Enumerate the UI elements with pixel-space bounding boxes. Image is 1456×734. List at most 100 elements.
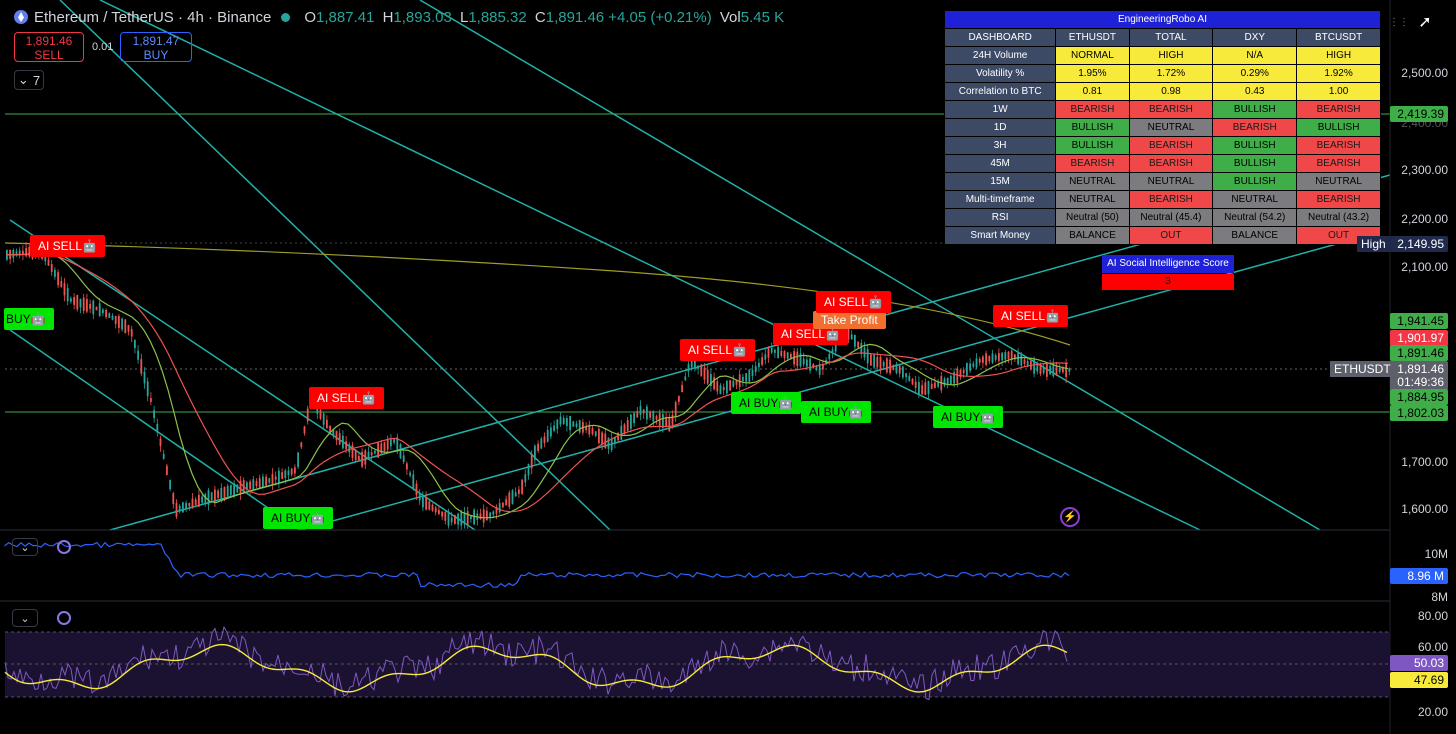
price-axis-label: 2,300.00 xyxy=(1401,163,1448,177)
candle-body xyxy=(66,288,69,302)
candle-body xyxy=(511,490,514,504)
candle-body xyxy=(998,353,1000,361)
candle-body xyxy=(249,481,251,489)
ai-sell-signal[interactable]: AI SELL🤖 xyxy=(816,291,891,313)
candle-body xyxy=(633,412,635,424)
candle-body xyxy=(770,347,773,353)
candle-body xyxy=(655,416,658,420)
candle-body xyxy=(159,438,162,446)
candle-body xyxy=(873,354,875,368)
candle-body xyxy=(306,408,309,422)
ai-sell-signal[interactable]: AI SELL🤖 xyxy=(30,235,105,257)
candle-body xyxy=(694,359,696,369)
candle-body xyxy=(441,511,443,517)
volume-pane-collapse[interactable]: ⌄ xyxy=(12,538,38,556)
candle-body xyxy=(559,416,562,425)
ai-buy-signal[interactable]: AI BUY🤖 xyxy=(731,392,802,414)
candle-body xyxy=(268,478,271,483)
dashboard-cell: OUT xyxy=(1128,226,1214,245)
sell-button[interactable]: 1,891.46 SELL xyxy=(14,32,84,62)
candle-body xyxy=(620,425,623,440)
take-profit-label[interactable]: Take Profit xyxy=(813,311,886,329)
ai-buy-signal[interactable]: AI BUY🤖 xyxy=(933,406,1004,428)
candle-body xyxy=(498,503,501,513)
candle-body xyxy=(54,269,56,277)
candle-body xyxy=(102,309,104,314)
price-axis-label: 2,200.00 xyxy=(1401,212,1448,226)
cursor-icon[interactable]: ➚ xyxy=(1414,12,1436,34)
dashboard-cell: BEARISH xyxy=(1128,154,1214,173)
candle-body xyxy=(946,377,949,385)
symbol-title[interactable]: Ethereum / TetherUS · 4h · Binance xyxy=(34,9,271,26)
candle-body xyxy=(252,479,255,490)
candle-body xyxy=(210,492,213,501)
candle-body xyxy=(924,382,927,395)
candle-body xyxy=(898,365,901,374)
ai-sell-signal[interactable]: AI SELL🤖 xyxy=(309,387,384,409)
candle-body xyxy=(777,346,779,359)
dashboard-cell: HIGH xyxy=(1296,46,1381,65)
candle-body xyxy=(866,349,869,364)
ai-buy-signal[interactable]: AI BUY🤖 xyxy=(801,401,872,423)
candle-body xyxy=(358,455,360,461)
dashboard-cell: BALANCE xyxy=(1212,226,1298,245)
candle-body xyxy=(191,498,194,509)
candle-body xyxy=(732,380,735,387)
dashboard-cell: BULLISH xyxy=(1055,118,1130,137)
candle-body xyxy=(524,474,527,483)
candle-body xyxy=(1023,359,1026,365)
dashboard-cell: NEUTRAL xyxy=(1055,190,1130,209)
candle-body xyxy=(751,369,754,377)
spread-value: 0.01 xyxy=(92,41,114,53)
candle-body xyxy=(982,356,984,363)
candle-body xyxy=(486,510,488,521)
candle-body xyxy=(322,413,325,425)
drag-handle-icon[interactable]: ⋮⋮ xyxy=(1388,12,1410,34)
candle-body xyxy=(450,517,453,523)
refresh-icon[interactable] xyxy=(57,611,71,625)
candle-body xyxy=(95,306,98,311)
candle-body xyxy=(402,455,405,462)
candle-body xyxy=(361,451,363,467)
candle-body xyxy=(319,409,322,419)
symbol-tag: ETHUSDT xyxy=(1330,361,1395,377)
high-label: High xyxy=(1357,236,1390,252)
ai-sell-signal[interactable]: AI SELL🤖 xyxy=(993,305,1068,327)
candle-body xyxy=(140,359,143,374)
candle-body xyxy=(118,316,120,328)
dashboard-cell: 1.92% xyxy=(1296,64,1381,83)
lightning-icon[interactable]: ⚡ xyxy=(1060,507,1080,527)
dashboard-cell: HIGH xyxy=(1128,46,1214,65)
candle-body xyxy=(278,470,280,483)
high-value: 1,893.03 xyxy=(393,8,452,26)
candle-body xyxy=(601,432,603,445)
candle-body xyxy=(482,509,485,523)
rsi-pane-collapse[interactable]: ⌄ xyxy=(12,609,38,627)
candle-body xyxy=(185,502,187,509)
candle-body xyxy=(854,334,856,347)
chevron-down-icon: ⌄ xyxy=(17,72,29,87)
candle-body xyxy=(575,423,578,427)
candle-body xyxy=(454,515,456,524)
candle-body xyxy=(966,362,968,376)
candle-body xyxy=(342,435,344,449)
candle-body xyxy=(636,411,639,418)
candle-body xyxy=(367,451,370,460)
candle-body xyxy=(742,376,744,382)
volume-series-line xyxy=(4,541,1070,589)
volume-key: Vol xyxy=(719,8,741,26)
ai-sell-signal[interactable]: AI SELL🤖 xyxy=(680,339,755,361)
candle-body xyxy=(902,366,904,378)
candle-body xyxy=(649,411,651,418)
refresh-icon[interactable] xyxy=(57,540,71,554)
candle-body xyxy=(1049,365,1051,375)
buy-button[interactable]: 1,891.47 BUY xyxy=(120,32,192,62)
ai-buy-signal[interactable]: AI BUY🤖 xyxy=(263,507,334,529)
candle-body xyxy=(258,478,261,488)
candle-body xyxy=(540,438,543,449)
candle-body xyxy=(284,470,287,478)
indicators-toggle[interactable]: ⌄ 7 xyxy=(14,70,44,90)
ai-buy-signal[interactable]: BUY🤖 xyxy=(4,308,54,330)
candle-body xyxy=(578,420,581,433)
candle-body xyxy=(562,417,565,424)
